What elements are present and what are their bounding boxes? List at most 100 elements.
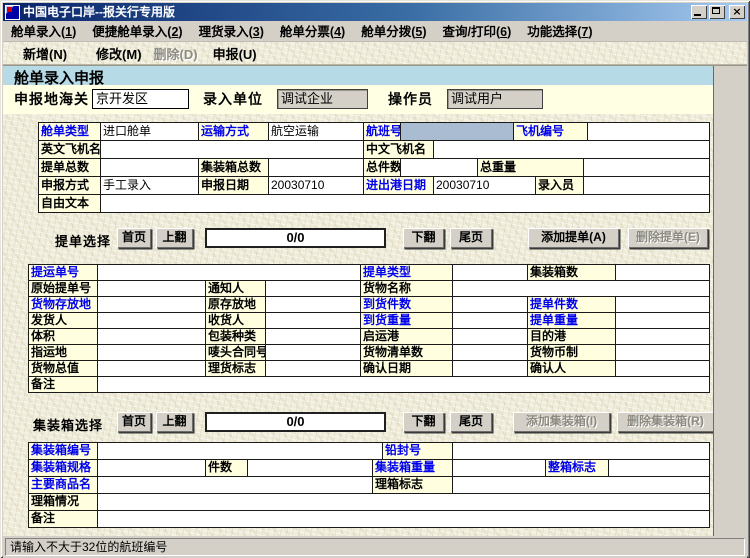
field-value[interactable] xyxy=(248,460,373,477)
menu-item-function-select[interactable]: 功能选择(7) xyxy=(519,19,600,43)
field-value[interactable] xyxy=(98,443,383,460)
field-value[interactable] xyxy=(98,477,373,494)
field-value[interactable] xyxy=(453,297,528,313)
field-value[interactable] xyxy=(453,281,710,297)
field-value[interactable]: 航空运输 xyxy=(269,123,364,141)
table-row: 提运单号提单类型集装箱数 xyxy=(29,265,710,281)
container-next-button[interactable]: 下翻 xyxy=(403,412,444,432)
field-value[interactable] xyxy=(266,329,361,345)
field-value[interactable] xyxy=(98,361,206,377)
status-text: 请输入不大于32位的航班编号 xyxy=(5,538,745,556)
field-value[interactable] xyxy=(616,297,710,313)
field-label: 英文飞机名 xyxy=(39,141,101,159)
field-value[interactable] xyxy=(434,141,710,159)
field-value[interactable] xyxy=(453,443,710,460)
field-value[interactable] xyxy=(453,460,546,477)
add-bill-button[interactable]: 添加提单(A) xyxy=(528,228,619,248)
field-value[interactable] xyxy=(98,281,206,297)
operator-field[interactable]: 调试用户 xyxy=(447,89,543,109)
field-value[interactable] xyxy=(584,177,710,195)
bill-next-button[interactable]: 下翻 xyxy=(403,228,444,248)
field-value[interactable] xyxy=(266,345,361,361)
flight-number-input[interactable] xyxy=(401,123,514,141)
field-value[interactable] xyxy=(453,313,528,329)
field-value[interactable] xyxy=(453,329,528,345)
toolbar-button-modify[interactable]: 修改(M) xyxy=(96,44,142,63)
field-value[interactable] xyxy=(453,477,710,494)
field-value[interactable] xyxy=(453,361,528,377)
field-value[interactable] xyxy=(98,460,206,477)
add-container-button: 添加集装箱(I) xyxy=(513,412,610,432)
menu-item-quick-manifest-entry[interactable]: 便捷舱单录入(2) xyxy=(84,19,190,43)
field-value[interactable]: 20030710 xyxy=(434,177,536,195)
menu-item-manifest-split[interactable]: 舱单分票(4) xyxy=(272,19,353,43)
field-value[interactable] xyxy=(616,329,710,345)
menu-item-manifest-entry[interactable]: 舱单录入(1) xyxy=(3,19,84,43)
manifest-table: 舱单类型进口舱单运输方式航空运输航班号飞机编号英文飞机名中文飞机名提单总数集装箱… xyxy=(38,122,710,213)
entry-unit-label: 录入单位 xyxy=(203,85,263,113)
field-label: 总件数 xyxy=(364,159,401,177)
entry-unit-field[interactable]: 调试企业 xyxy=(277,89,368,109)
field-label: 舱单类型 xyxy=(39,123,101,141)
field-value[interactable]: 20030710 xyxy=(269,177,364,195)
field-value[interactable] xyxy=(98,511,710,528)
bill-last-page-button[interactable]: 尾页 xyxy=(450,228,492,248)
field-value[interactable] xyxy=(98,265,361,281)
maximize-button[interactable] xyxy=(709,5,725,19)
field-value[interactable] xyxy=(266,297,361,313)
bill-prev-button[interactable]: 上翻 xyxy=(156,228,193,248)
menu-item-tally-entry[interactable]: 理货录入(3) xyxy=(191,19,272,43)
minimize-button[interactable] xyxy=(691,5,707,19)
field-label: 提单重量 xyxy=(528,313,616,329)
field-value[interactable] xyxy=(616,345,710,361)
field-value[interactable] xyxy=(98,329,206,345)
field-value[interactable] xyxy=(584,159,710,177)
container-table: 集装箱编号铅封号集装箱规格件数集装箱重量整箱标志主要商品名理箱标志理箱情况备注 xyxy=(28,442,710,528)
declare-customs-input[interactable]: 京开发区 xyxy=(92,89,189,109)
table-row: 原始提单号通知人货物名称 xyxy=(29,281,710,297)
field-value[interactable] xyxy=(616,313,710,329)
field-label: 集装箱规格 xyxy=(29,460,98,477)
field-value[interactable] xyxy=(269,159,364,177)
field-value[interactable] xyxy=(616,265,710,281)
close-button[interactable]: × xyxy=(729,5,745,19)
toolbar: 新增(N) 修改(M) 删除(D) 申报(U) xyxy=(3,42,747,65)
field-value[interactable] xyxy=(401,159,478,177)
field-value[interactable] xyxy=(101,141,364,159)
field-value[interactable] xyxy=(101,159,199,177)
field-value[interactable] xyxy=(453,345,528,361)
menu-item-query-print[interactable]: 查询/打印(6) xyxy=(434,19,519,43)
container-last-page-button[interactable]: 尾页 xyxy=(450,412,492,432)
field-value[interactable] xyxy=(616,361,710,377)
field-label: 货物清单数 xyxy=(361,345,453,361)
field-label: 到货件数 xyxy=(361,297,453,313)
field-label: 启运港 xyxy=(361,329,453,345)
field-value[interactable] xyxy=(101,195,710,213)
field-label: 目的港 xyxy=(528,329,616,345)
field-label: 提单类型 xyxy=(361,265,453,281)
toolbar-button-new[interactable]: 新增(N) xyxy=(23,44,67,63)
field-value[interactable] xyxy=(98,313,206,329)
bill-first-page-button[interactable]: 首页 xyxy=(117,228,151,248)
field-label: 中文飞机名 xyxy=(364,141,434,159)
table-row: 主要商品名理箱标志 xyxy=(29,477,710,494)
field-value[interactable] xyxy=(266,361,361,377)
field-value[interactable] xyxy=(609,460,710,477)
field-value[interactable] xyxy=(266,281,361,297)
field-value[interactable] xyxy=(588,123,710,141)
container-first-page-button[interactable]: 首页 xyxy=(117,412,151,432)
field-value[interactable] xyxy=(98,494,710,511)
field-value[interactable] xyxy=(98,377,710,393)
field-label: 集装箱重量 xyxy=(373,460,453,477)
table-row: 发货人收货人到货重量提单重量 xyxy=(29,313,710,329)
menu-item-manifest-distribution[interactable]: 舱单分拨(5) xyxy=(353,19,434,43)
container-prev-button[interactable]: 上翻 xyxy=(156,412,193,432)
field-value[interactable] xyxy=(266,313,361,329)
field-value[interactable] xyxy=(98,345,206,361)
field-value[interactable] xyxy=(98,297,206,313)
field-value[interactable] xyxy=(453,265,528,281)
field-value[interactable]: 进口舱单 xyxy=(101,123,199,141)
toolbar-button-declare[interactable]: 申报(U) xyxy=(213,44,257,63)
table-row: 舱单类型进口舱单运输方式航空运输航班号飞机编号 xyxy=(39,123,710,141)
field-value[interactable]: 手工录入 xyxy=(101,177,199,195)
